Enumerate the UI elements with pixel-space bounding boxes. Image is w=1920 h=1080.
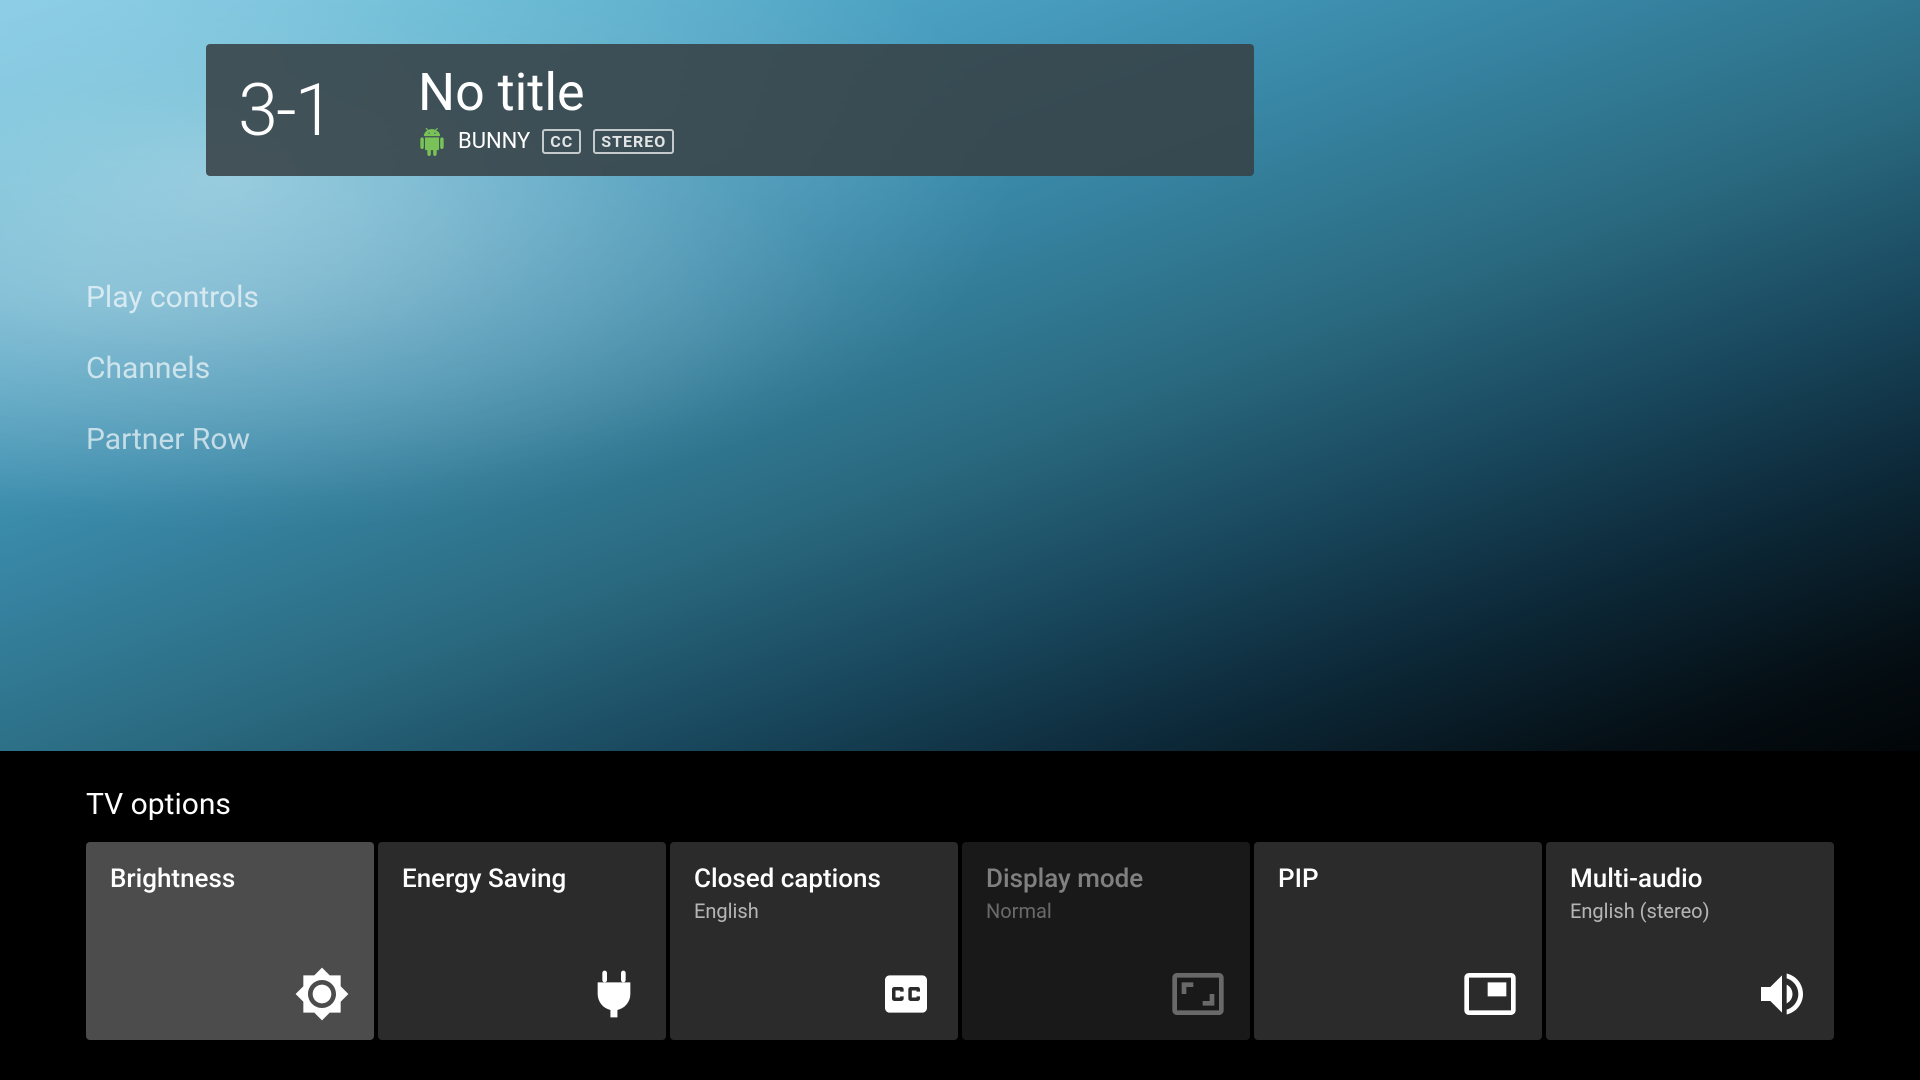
options-grid: Brightness Energy Saving xyxy=(86,842,1834,1040)
tv-options-section: TV options Brightness Energy Saving xyxy=(0,751,1920,1080)
option-card-closed-captions[interactable]: Closed captions English xyxy=(670,842,958,1040)
cc-badge: CC xyxy=(542,129,581,154)
display-mode-icon xyxy=(986,966,1226,1022)
sidebar-item-channels[interactable]: Channels xyxy=(86,351,259,386)
closed-captions-label: Closed captions xyxy=(694,864,934,895)
sidebar-item-partner-row[interactable]: Partner Row xyxy=(86,422,259,457)
channel-source-name: BUNNY xyxy=(458,129,530,154)
energy-saving-label: Energy Saving xyxy=(402,864,642,895)
channel-title: No title xyxy=(418,64,674,121)
channel-number: 3-1 xyxy=(238,68,398,153)
brightness-label: Brightness xyxy=(110,864,350,895)
option-card-pip[interactable]: PIP xyxy=(1254,842,1542,1040)
multi-audio-icon xyxy=(1570,966,1810,1022)
closed-captions-icon xyxy=(694,966,934,1022)
pip-label: PIP xyxy=(1278,864,1518,895)
brightness-icon xyxy=(110,966,350,1022)
energy-saving-icon xyxy=(402,966,642,1022)
multi-audio-sublabel: English (stereo) xyxy=(1570,899,1810,923)
option-card-display-mode[interactable]: Display mode Normal xyxy=(962,842,1250,1040)
sidebar-item-play-controls[interactable]: Play controls xyxy=(86,280,259,315)
option-card-energy-saving[interactable]: Energy Saving xyxy=(378,842,666,1040)
multi-audio-label: Multi-audio xyxy=(1570,864,1810,895)
option-card-multi-audio[interactable]: Multi-audio English (stereo) xyxy=(1546,842,1834,1040)
pip-icon xyxy=(1278,966,1518,1022)
channel-bar: 3-1 No title BUNNY CC STEREO xyxy=(206,44,1254,176)
channel-info: No title BUNNY CC STEREO xyxy=(418,64,674,155)
display-mode-sublabel: Normal xyxy=(986,899,1226,923)
closed-captions-sublabel: English xyxy=(694,899,934,923)
channel-meta: BUNNY CC STEREO xyxy=(418,128,674,156)
android-icon xyxy=(418,128,446,156)
sidebar: Play controls Channels Partner Row xyxy=(86,280,259,457)
option-card-brightness[interactable]: Brightness xyxy=(86,842,374,1040)
stereo-badge: STEREO xyxy=(593,129,674,154)
tv-options-title: TV options xyxy=(86,787,1834,822)
display-mode-label: Display mode xyxy=(986,864,1226,895)
